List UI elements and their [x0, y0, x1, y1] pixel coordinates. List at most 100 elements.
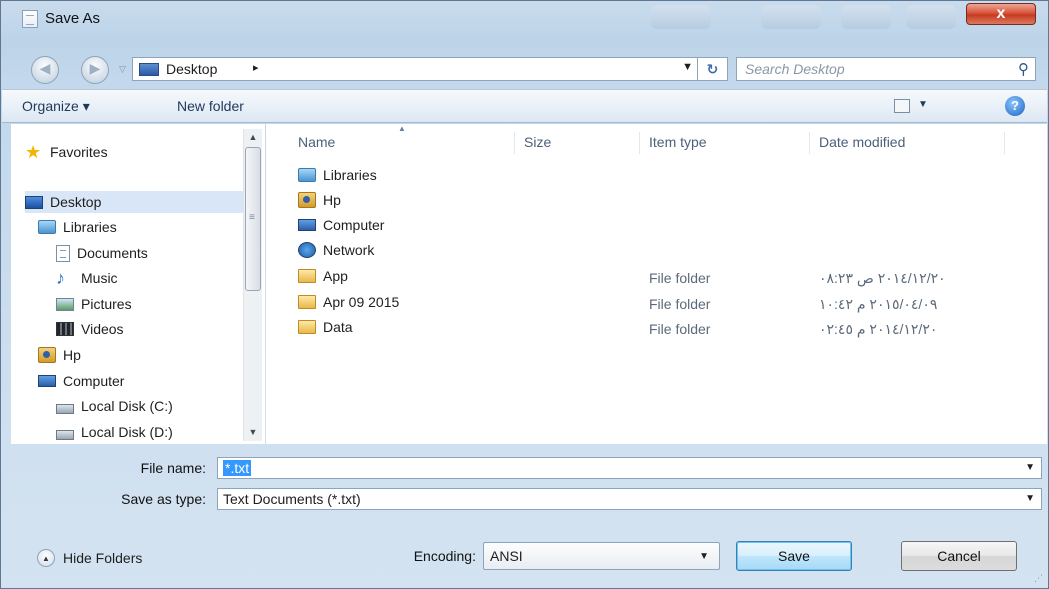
help-icon[interactable]: ? [1005, 96, 1025, 116]
search-box[interactable]: ⚲ [736, 57, 1036, 81]
nav-item-libraries[interactable]: Libraries [38, 216, 117, 238]
nav-item-music[interactable]: ♪ Music [56, 267, 118, 289]
view-options-icon[interactable] [894, 99, 910, 113]
search-icon[interactable]: ⚲ [1018, 60, 1029, 78]
hide-folders-button[interactable]: ▲ Hide Folders [37, 549, 142, 567]
forward-button[interactable]: ▶ [81, 56, 109, 84]
refresh-button[interactable]: ↻ [697, 58, 727, 80]
save-as-type-dropdown-icon[interactable]: ▼ [1025, 493, 1035, 504]
file-name-cell: Network [298, 242, 374, 258]
file-row-hp[interactable]: Hp [266, 192, 1036, 214]
save-as-type-label: Save as type: [121, 491, 206, 507]
grip-icon: ≡ [249, 212, 255, 223]
address-dropdown-icon[interactable]: ▼ [682, 61, 693, 73]
search-input[interactable] [737, 58, 1001, 80]
view-dropdown-icon[interactable]: ▼ [918, 99, 928, 110]
date-modified-cell: ٢٠١٥/٠٤/٠٩ م ١٠:٤٢ [819, 296, 938, 312]
item-type-cell: File folder [649, 321, 711, 337]
organize-menu[interactable]: Organize ▾ [22, 98, 90, 115]
resize-grip-icon[interactable]: ⋰ [1034, 573, 1043, 584]
star-icon: ★ [25, 142, 42, 162]
nav-label: Computer [63, 373, 125, 389]
file-row-app[interactable]: App File folder ٢٠١٤/١٢/٢٠ ص ٠٨:٢٣ [266, 268, 1036, 290]
title-bar: Save As x [1, 1, 1048, 31]
save-as-dialog: Save As x ◀ ▶ ▽ Desktop ▸ ▼ ↻ ⚲ Organize… [0, 0, 1049, 589]
computer-icon [298, 219, 316, 231]
nav-label: Libraries [63, 219, 117, 235]
nav-item-documents[interactable]: Documents [56, 242, 148, 264]
item-type-cell: File folder [649, 270, 711, 286]
forward-arrow-icon: ▶ [89, 60, 101, 76]
file-row-network[interactable]: Network [266, 242, 1036, 264]
network-icon [298, 242, 316, 258]
scroll-down-arrow-icon[interactable]: ▼ [244, 424, 262, 441]
file-row-data[interactable]: Data File folder ٢٠١٤/١٢/٢٠ م ٠٢:٤٥ [266, 319, 1036, 341]
nav-label: Local Disk (C:) [81, 398, 173, 414]
document-icon [56, 244, 70, 262]
breadcrumb-arrow-icon[interactable]: ▸ [253, 61, 259, 74]
nav-item-pictures[interactable]: Pictures [56, 293, 132, 315]
nav-label: Local Disk (D:) [81, 424, 173, 440]
file-name: App [323, 268, 348, 284]
folder-icon [298, 295, 316, 309]
nav-item-local-disk-d[interactable]: Local Disk (D:) [56, 421, 173, 443]
column-header-size[interactable]: Size [524, 134, 551, 150]
column-separator[interactable] [809, 132, 810, 154]
nav-item-desktop[interactable]: Desktop [25, 191, 251, 213]
column-header-name[interactable]: Name [298, 134, 335, 150]
drive-icon [56, 430, 74, 440]
nav-label: Favorites [50, 144, 108, 160]
file-list: ▲ Name Size Item type Date modified Libr… [266, 124, 1047, 444]
folder-icon [298, 269, 316, 283]
drive-c-icon [56, 404, 74, 414]
back-button[interactable]: ◀ [31, 56, 59, 84]
file-name: Hp [323, 192, 341, 208]
column-header-item-type[interactable]: Item type [649, 134, 707, 150]
command-bar: Organize ▾ New folder ▼ ? [2, 89, 1047, 123]
nav-item-videos[interactable]: Videos [56, 318, 124, 340]
breadcrumb-desktop[interactable]: Desktop [166, 61, 217, 77]
nav-label: Music [81, 270, 118, 286]
column-separator[interactable] [639, 132, 640, 154]
close-button[interactable]: x [966, 3, 1036, 25]
scroll-up-arrow-icon[interactable]: ▲ [244, 129, 262, 146]
file-row-computer[interactable]: Computer [266, 217, 1036, 239]
encoding-select[interactable]: ANSI ▼ [483, 542, 720, 570]
background-blur-decoration [761, 5, 821, 29]
folder-icon [298, 320, 316, 334]
file-name: Data [323, 319, 353, 335]
navigation-scrollbar[interactable]: ▲ ≡ ▼ [243, 129, 262, 441]
scrollbar-thumb[interactable]: ≡ [245, 147, 261, 291]
new-folder-button[interactable]: New folder [177, 98, 244, 114]
nav-label: Hp [63, 347, 81, 363]
encoding-dropdown-icon[interactable]: ▼ [699, 551, 709, 562]
nav-item-hp[interactable]: Hp [38, 344, 81, 366]
cancel-button[interactable]: Cancel [901, 541, 1017, 571]
file-name: Apr 09 2015 [323, 294, 400, 310]
file-name-field[interactable]: *.txt ▼ [217, 457, 1042, 479]
collapse-up-icon: ▲ [37, 549, 55, 567]
nav-label: Documents [77, 245, 148, 261]
file-name: Computer [323, 217, 385, 233]
recent-pages-dropdown-icon[interactable]: ▽ [119, 64, 126, 75]
encoding-value: ANSI [490, 548, 523, 564]
user-folder-icon [38, 347, 56, 363]
file-row-apr-09-2015[interactable]: Apr 09 2015 File folder ٢٠١٥/٠٤/٠٩ م ١٠:… [266, 294, 1036, 316]
file-name-label: File name: [140, 460, 206, 476]
background-blur-decoration [651, 5, 711, 29]
music-icon: ♪ [56, 268, 65, 288]
save-button[interactable]: Save [736, 541, 852, 571]
file-row-libraries[interactable]: Libraries [266, 167, 1036, 189]
column-separator[interactable] [1004, 132, 1005, 154]
nav-item-local-disk-c[interactable]: Local Disk (C:) [56, 395, 173, 417]
address-bar[interactable]: Desktop ▸ ▼ ↻ [132, 57, 728, 81]
encoding-label: Encoding: [413, 548, 476, 564]
back-arrow-icon: ◀ [39, 60, 51, 76]
column-header-date-modified[interactable]: Date modified [819, 134, 905, 150]
column-separator[interactable] [514, 132, 515, 154]
video-icon [56, 322, 74, 336]
save-as-type-select[interactable]: Text Documents (*.txt) ▼ [217, 488, 1042, 510]
file-name-dropdown-icon[interactable]: ▼ [1025, 462, 1035, 473]
nav-item-favorites[interactable]: ★ Favorites [25, 141, 108, 163]
nav-item-computer[interactable]: Computer [38, 370, 124, 392]
